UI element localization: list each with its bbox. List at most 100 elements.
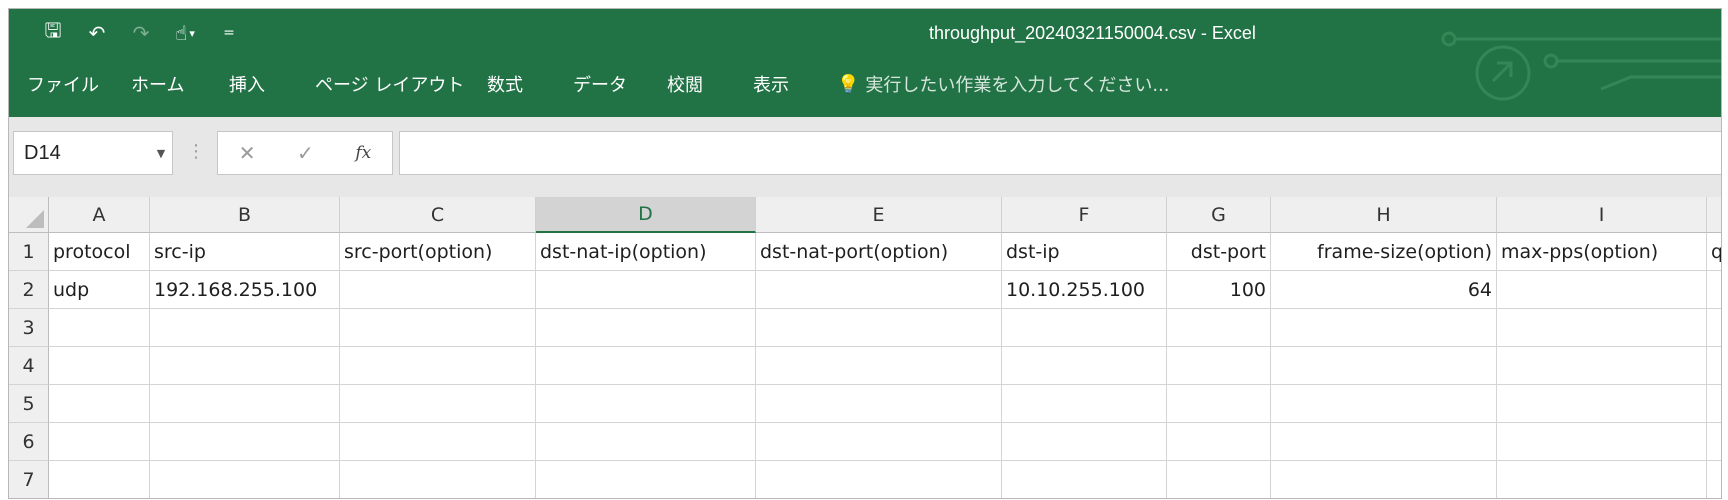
cell-e1[interactable]: dst-nat-port(option) [756,233,1002,271]
cell-a5[interactable] [49,385,150,423]
row-header-1[interactable]: 1 [9,233,49,271]
enter-icon[interactable]: ✓ [297,141,314,165]
cell-f4[interactable] [1002,347,1167,385]
cell-f5[interactable] [1002,385,1167,423]
cell-i5[interactable] [1497,385,1707,423]
cell-e6[interactable] [756,423,1002,461]
cell-d5[interactable] [536,385,756,423]
cell-g5[interactable] [1167,385,1271,423]
cell-a2[interactable]: udp [49,271,150,309]
tab-formulas[interactable]: 数式 [487,71,573,97]
column-header-f[interactable]: F [1002,197,1167,233]
row-header-6[interactable]: 6 [9,423,49,461]
name-box[interactable]: D14 ▼ [13,131,173,175]
touch-mode-icon[interactable]: ☝ ▾ [163,19,207,47]
cell-f2[interactable]: 10.10.255.100 [1002,271,1167,309]
worksheet-grid[interactable]: A B C D E F G H I 1 protocol src-ip src-port(option)… [9,197,1721,498]
cell-c2[interactable] [340,271,536,309]
cell-d4[interactable] [536,347,756,385]
cell-e7[interactable] [756,461,1002,498]
cell-i7[interactable] [1497,461,1707,498]
cell-a4[interactable] [49,347,150,385]
cell-f7[interactable] [1002,461,1167,498]
cell-e5[interactable] [756,385,1002,423]
tab-home[interactable]: ホーム [131,71,229,97]
column-header-i[interactable]: I [1497,197,1707,233]
cell-d6[interactable] [536,423,756,461]
column-header-b[interactable]: B [150,197,340,233]
cell-b4[interactable] [150,347,340,385]
column-header-c[interactable]: C [340,197,536,233]
cell-next5[interactable] [1707,385,1721,423]
tab-data[interactable]: データ [573,71,667,97]
cell-i4[interactable] [1497,347,1707,385]
insert-function-icon[interactable]: fx [355,143,371,163]
cell-a6[interactable] [49,423,150,461]
tab-page-layout[interactable]: ページ レイアウト [315,71,487,97]
cell-a3[interactable] [49,309,150,347]
cell-h4[interactable] [1271,347,1497,385]
cell-c7[interactable] [340,461,536,498]
column-header-e[interactable]: E [756,197,1002,233]
cell-b2[interactable]: 192.168.255.100 [150,271,340,309]
cell-d2[interactable] [536,271,756,309]
tab-insert[interactable]: 挿入 [229,71,315,97]
cell-c5[interactable] [340,385,536,423]
cell-b3[interactable] [150,309,340,347]
redo-icon[interactable]: ↷ [119,19,163,47]
tab-view[interactable]: 表示 [753,71,837,97]
cell-g1[interactable]: dst-port [1167,233,1271,271]
save-icon[interactable]: 🖫 [31,18,75,47]
cell-a7[interactable] [49,461,150,498]
cell-c3[interactable] [340,309,536,347]
cell-h2[interactable]: 64 [1271,271,1497,309]
select-all-corner[interactable] [9,197,49,233]
cell-h1[interactable]: frame-size(option) [1271,233,1497,271]
cell-h7[interactable] [1271,461,1497,498]
cell-b5[interactable] [150,385,340,423]
cell-b7[interactable] [150,461,340,498]
cell-e2[interactable] [756,271,1002,309]
column-header-h[interactable]: H [1271,197,1497,233]
cell-i3[interactable] [1497,309,1707,347]
cell-i1[interactable]: max-pps(option) [1497,233,1707,271]
column-header-a[interactable]: A [49,197,150,233]
row-header-5[interactable]: 5 [9,385,49,423]
cancel-icon[interactable]: ✕ [239,141,256,165]
cell-i2[interactable] [1497,271,1707,309]
column-header-g[interactable]: G [1167,197,1271,233]
row-header-4[interactable]: 4 [9,347,49,385]
cell-h3[interactable] [1271,309,1497,347]
column-header-next[interactable] [1707,197,1721,233]
cell-c4[interactable] [340,347,536,385]
cell-f3[interactable] [1002,309,1167,347]
cell-g6[interactable] [1167,423,1271,461]
cell-b1[interactable]: src-ip [150,233,340,271]
cell-f6[interactable] [1002,423,1167,461]
row-header-2[interactable]: 2 [9,271,49,309]
cell-next1[interactable]: q [1707,233,1721,271]
cell-g7[interactable] [1167,461,1271,498]
row-header-3[interactable]: 3 [9,309,49,347]
cell-a1[interactable]: protocol [49,233,150,271]
tell-me-box[interactable]: 💡 実行したい作業を入力してください... [837,71,1170,97]
row-header-7[interactable]: 7 [9,461,49,498]
cell-e3[interactable] [756,309,1002,347]
cell-next2[interactable] [1707,271,1721,309]
cell-e4[interactable] [756,347,1002,385]
cell-next3[interactable] [1707,309,1721,347]
cell-d7[interactable] [536,461,756,498]
cell-h5[interactable] [1271,385,1497,423]
tab-file[interactable]: ファイル [27,71,131,97]
undo-icon[interactable]: ↶ [75,19,119,47]
cell-c6[interactable] [340,423,536,461]
column-header-d[interactable]: D [536,197,756,233]
customize-qat-icon[interactable]: = [207,19,251,47]
tab-review[interactable]: 校閲 [667,71,753,97]
cell-g3[interactable] [1167,309,1271,347]
formula-input[interactable] [399,131,1721,175]
cell-next7[interactable] [1707,461,1721,498]
cell-g4[interactable] [1167,347,1271,385]
cell-next6[interactable] [1707,423,1721,461]
cell-f1[interactable]: dst-ip [1002,233,1167,271]
